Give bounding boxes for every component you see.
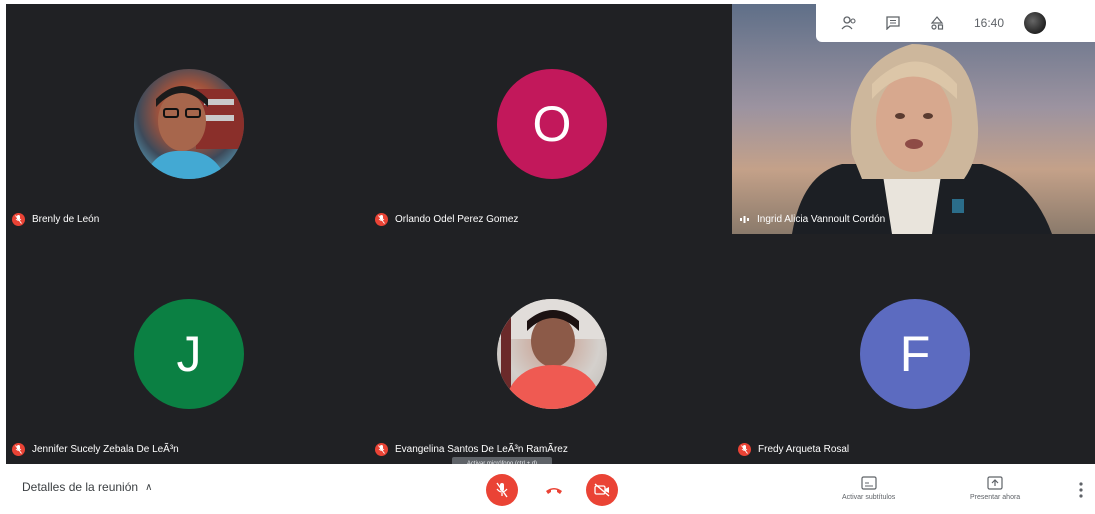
captions-button[interactable]: Activar subtítulos: [842, 476, 895, 501]
avatar-letter: F: [899, 326, 931, 382]
meeting-details-label: Detalles de la reunión: [22, 480, 139, 494]
participant-name-row: Brenly de León: [12, 213, 99, 226]
present-now-button[interactable]: Presentar ahora: [970, 476, 1020, 501]
participant-name: Evangelina Santos De LeÃ³n RamÃrez: [395, 444, 568, 455]
participant-tile[interactable]: J Jennifer Sucely Zebala De LeÃ³n: [6, 234, 369, 464]
mic-off-icon: [375, 443, 388, 456]
meeting-details-button[interactable]: Detalles de la reunión ∧: [22, 480, 152, 494]
participant-avatar: J: [134, 299, 244, 409]
chat-icon[interactable]: [882, 12, 904, 34]
camera-off-icon: [594, 483, 610, 497]
participant-photo: [497, 299, 607, 409]
captions-icon: [861, 476, 877, 490]
more-options-icon[interactable]: [1078, 480, 1084, 500]
participant-tile[interactable]: F Fredy Arqueta Rosal: [732, 234, 1095, 464]
bottom-controls: Detalles de la reunión ∧ Activar subtítu…: [0, 464, 1095, 514]
participant-photo: [134, 69, 244, 179]
participant-avatar: O: [497, 69, 607, 179]
speaking-indicator-icon: [738, 213, 751, 226]
mic-off-icon: [12, 443, 25, 456]
captions-label: Activar subtítulos: [842, 494, 896, 501]
avatar-letter: J: [176, 326, 202, 382]
participant-tile[interactable]: Brenly de León: [6, 4, 369, 234]
participant-name: Fredy Arqueta Rosal: [758, 444, 850, 455]
avatar-letter: O: [532, 96, 572, 152]
mic-off-icon: [496, 482, 508, 498]
present-icon: [987, 476, 1003, 490]
participant-name-row: Fredy Arqueta Rosal: [738, 443, 849, 456]
mic-off-icon: [375, 213, 388, 226]
mic-off-icon: [738, 443, 751, 456]
mic-toggle-button[interactable]: [486, 474, 518, 506]
participant-name-row: Evangelina Santos De LeÃ³n RamÃrez: [375, 443, 568, 456]
top-toolbar: 16:40: [816, 4, 1095, 42]
camera-toggle-button[interactable]: [586, 474, 618, 506]
participant-name: Orlando Odel Perez Gomez: [395, 214, 519, 225]
participant-name-row: Orlando Odel Perez Gomez: [375, 213, 518, 226]
participant-avatar: F: [860, 299, 970, 409]
people-icon[interactable]: [838, 12, 860, 34]
present-label: Presentar ahora: [970, 494, 1021, 501]
participant-grid: Brenly de León O Orlando Odel Perez Gome…: [6, 4, 1095, 464]
participant-tile[interactable]: Evangelina Santos De LeÃ³n RamÃrez: [369, 234, 732, 464]
participant-tile[interactable]: O Orlando Odel Perez Gomez: [369, 4, 732, 234]
participant-name: Ingrid Alicia Vannoult Cordón: [757, 214, 886, 225]
user-avatar[interactable]: [1024, 12, 1047, 34]
mic-off-icon: [12, 213, 25, 226]
participant-name: Jennifer Sucely Zebala De LeÃ³n: [32, 444, 179, 455]
chevron-up-icon: ∧: [145, 481, 153, 493]
clock-time: 16:40: [974, 16, 1005, 30]
hang-up-icon[interactable]: [544, 483, 564, 497]
participant-name: Brenly de León: [32, 214, 100, 225]
participant-name-row: Ingrid Alicia Vannoult Cordón: [738, 213, 885, 226]
participant-name-row: Jennifer Sucely Zebala De LeÃ³n: [12, 443, 179, 456]
activities-icon[interactable]: [926, 12, 948, 34]
